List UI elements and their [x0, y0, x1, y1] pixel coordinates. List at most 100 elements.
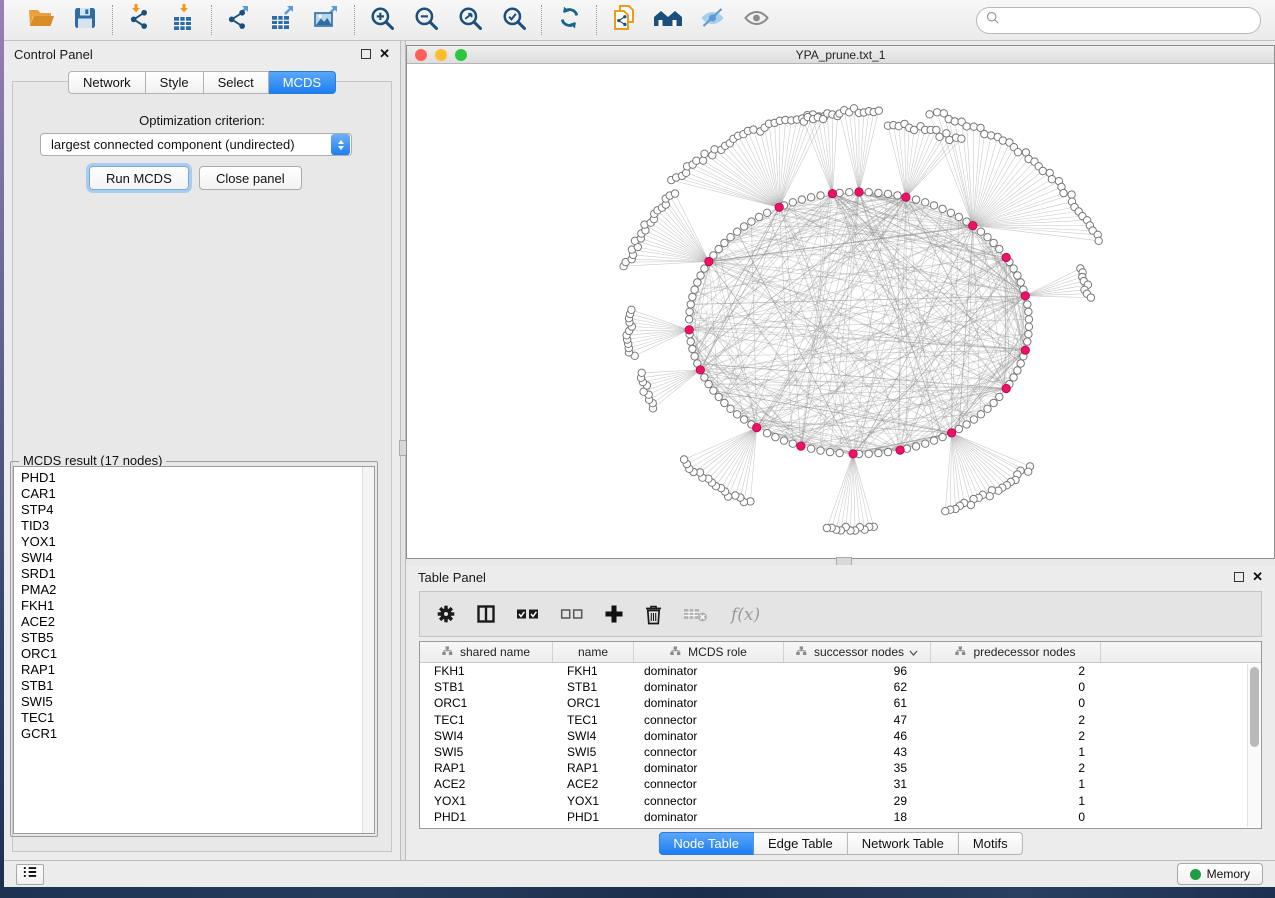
toolbar-group — [597, 5, 783, 35]
mcds-result-item[interactable]: PHD1 — [21, 470, 374, 486]
add-button[interactable] — [604, 604, 624, 624]
columns-button[interactable] — [476, 604, 496, 624]
mcds-result-item[interactable]: ACE2 — [21, 614, 374, 630]
network-canvas[interactable] — [407, 64, 1274, 558]
result-list-scrollbar[interactable] — [362, 467, 374, 833]
mcds-result-item[interactable]: SWI5 — [21, 694, 374, 710]
tree-icon — [955, 645, 966, 659]
delete-button[interactable] — [644, 604, 663, 625]
zoom-in-icon — [370, 6, 394, 35]
zoom-in-button[interactable] — [367, 5, 397, 35]
float-panel-icon[interactable] — [361, 49, 371, 59]
column-header-shared-name[interactable]: shared name — [420, 642, 553, 662]
delete-column-disabled-button — [683, 605, 709, 623]
memory-button[interactable]: Memory — [1177, 863, 1263, 885]
table-row[interactable]: TEC1TEC1connector472 — [420, 712, 1261, 728]
table-tab-network-table[interactable]: Network Table — [848, 832, 959, 855]
show-all-button[interactable] — [741, 5, 771, 35]
toolbar-group — [212, 5, 354, 35]
save-session-button[interactable] — [70, 5, 100, 35]
mcds-result-item[interactable]: TEC1 — [21, 710, 374, 726]
search-input[interactable] — [976, 7, 1261, 34]
mcds-result-item[interactable]: SWI4 — [21, 550, 374, 566]
mcds-result-item[interactable]: TID3 — [21, 518, 374, 534]
task-history-button[interactable] — [16, 864, 44, 885]
table-row[interactable]: YOX1YOX1connector291 — [420, 793, 1261, 809]
mcds-result-item[interactable]: CAR1 — [21, 486, 374, 502]
column-header-name[interactable]: name — [553, 642, 634, 662]
cell-MCDS-role: connector — [634, 713, 784, 727]
export-table-button[interactable] — [268, 5, 298, 35]
close-panel-icon[interactable]: ✕ — [379, 49, 390, 59]
tab-style[interactable]: Style — [146, 71, 204, 94]
export-network-button[interactable] — [224, 5, 254, 35]
deselect-all-button[interactable] — [560, 606, 584, 622]
table-scrollbar-thumb[interactable] — [1250, 667, 1259, 747]
import-network-button[interactable] — [125, 5, 155, 35]
mcds-result-list[interactable]: PHD1CAR1STP4TID3YOX1SWI4SRD1PMA2FKH1ACE2… — [13, 466, 375, 834]
table-tab-node-table[interactable]: Node Table — [658, 832, 754, 855]
first-neighbors-button[interactable] — [653, 5, 683, 35]
cell-predecessor-nodes: 0 — [931, 680, 1101, 694]
mcds-result-item[interactable]: FKH1 — [21, 598, 374, 614]
close-panel-button[interactable]: Close panel — [199, 166, 302, 190]
open-file-button[interactable] — [26, 5, 56, 35]
table-row[interactable]: ORC1ORC1dominator610 — [420, 695, 1261, 711]
criterion-dropdown[interactable]: largest connected component (undirected) — [40, 133, 352, 156]
cell-name: SWI4 — [553, 729, 634, 743]
maximize-window-icon[interactable] — [455, 49, 467, 61]
mcds-result-item[interactable]: GCR1 — [21, 726, 374, 742]
select-all-button[interactable] — [516, 606, 540, 622]
table-tab-edge-table[interactable]: Edge Table — [754, 832, 848, 855]
import-table-button[interactable] — [169, 5, 199, 35]
run-mcds-button[interactable]: Run MCDS — [89, 166, 189, 190]
zoom-fit-icon — [458, 6, 482, 35]
mcds-result-item[interactable]: YOX1 — [21, 534, 374, 550]
mcds-result-item[interactable]: RAP1 — [21, 662, 374, 678]
mcds-result-item[interactable]: STB5 — [21, 630, 374, 646]
table-row[interactable]: PHD1PHD1dominator180 — [420, 809, 1261, 825]
duplicate-network-button[interactable] — [609, 5, 639, 35]
zoom-fit-button[interactable] — [455, 5, 485, 35]
column-header-predecessor-nodes[interactable]: predecessor nodes — [931, 642, 1101, 662]
minimize-window-icon[interactable] — [435, 49, 447, 61]
hide-selected-button[interactable] — [697, 5, 727, 35]
export-network-icon — [226, 5, 253, 36]
table-row[interactable]: RAP1RAP1dominator352 — [420, 760, 1261, 776]
mcds-result-item[interactable]: SRD1 — [21, 566, 374, 582]
tab-mcds[interactable]: MCDS — [269, 71, 336, 94]
cell-shared-name: SWI4 — [420, 729, 553, 743]
close-table-panel-icon[interactable]: ✕ — [1252, 572, 1263, 582]
table-tab-motifs[interactable]: Motifs — [959, 832, 1023, 855]
search-field[interactable] — [1006, 11, 1260, 31]
network-graph[interactable] — [407, 64, 1274, 558]
export-image-button[interactable] — [312, 5, 342, 35]
function-builder-button: f(x) — [729, 602, 763, 626]
mcds-result-item[interactable]: STP4 — [21, 502, 374, 518]
table-row[interactable]: SWI5SWI5connector431 — [420, 744, 1261, 760]
mcds-result-item[interactable]: ORC1 — [21, 646, 374, 662]
column-header-successor-nodes[interactable]: successor nodes — [784, 642, 931, 662]
float-table-panel-icon[interactable] — [1234, 572, 1244, 582]
control-panel-titlebar: Control Panel ✕ — [4, 41, 400, 67]
column-header-MCDS-role[interactable]: MCDS role — [634, 642, 784, 662]
cell-successor-nodes: 35 — [784, 761, 931, 775]
table-scrollbar[interactable] — [1247, 664, 1260, 827]
table-row[interactable]: FKH1FKH1dominator962 — [420, 663, 1261, 679]
tab-network[interactable]: Network — [68, 71, 146, 94]
cell-name: ACE2 — [553, 777, 634, 791]
mcds-result-item[interactable]: STB1 — [21, 678, 374, 694]
mcds-result-item[interactable]: PMA2 — [21, 582, 374, 598]
zoom-out-button[interactable] — [411, 5, 441, 35]
tab-select[interactable]: Select — [204, 71, 269, 94]
table-row[interactable]: ACE2ACE2connector311 — [420, 776, 1261, 792]
table-row[interactable]: SWI4SWI4dominator462 — [420, 728, 1261, 744]
table-row[interactable]: STB1STB1dominator620 — [420, 679, 1261, 695]
desktop-wallpaper-bottom — [0, 887, 1275, 898]
refresh-button[interactable] — [554, 5, 584, 35]
network-window-titlebar[interactable]: YPA_prune.txt_1 — [407, 46, 1274, 64]
settings-button[interactable] — [436, 604, 456, 624]
zoom-selected-button[interactable] — [499, 5, 529, 35]
close-window-icon[interactable] — [415, 49, 427, 61]
cell-MCDS-role: dominator — [634, 696, 784, 710]
